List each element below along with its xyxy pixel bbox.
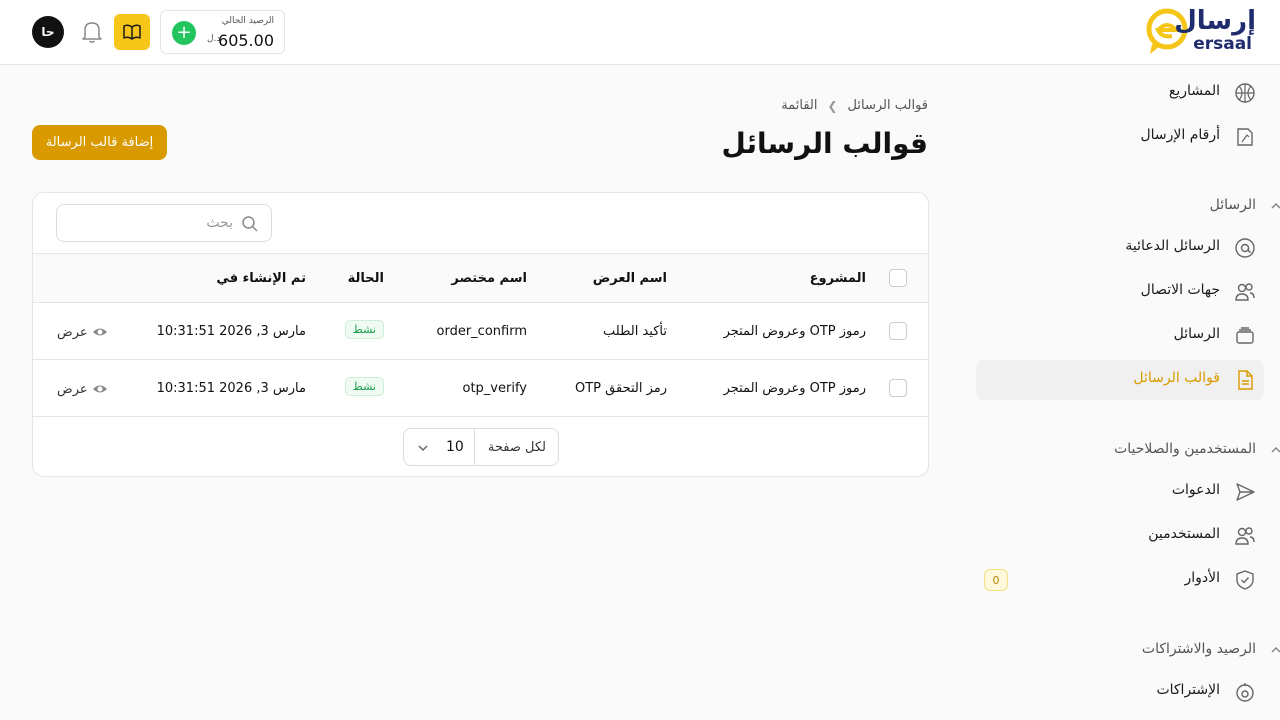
chevron-up-icon [1271,202,1280,209]
per-page-value: 10 [446,439,464,455]
at-icon [1235,238,1255,258]
table-row[interactable]: رموز OTP وعروض المتجر رمز التحقق OTP otp… [33,360,928,417]
sidebar-item-label: الرسائل الدعائية [1125,238,1220,254]
sidebar-item-projects[interactable]: المشاريع [976,73,1264,113]
column-header-short-name[interactable]: اسم مختصر [451,271,527,286]
page-title: قوالب الرسائل [721,127,928,160]
sidebar-item-sender-numbers[interactable]: أرقام الإرسال [976,117,1264,157]
roles-count-badge: 0 [984,569,1008,591]
balance-widget: + الرصيد الحالي 605.00 د.ل [160,10,285,54]
logo-text-arabic: إرسال [1174,6,1256,36]
row-checkbox[interactable] [889,322,907,340]
basketball-icon [1235,83,1255,103]
per-page-label: لكل صفحة [487,440,546,455]
chevron-down-icon [418,445,428,452]
chevron-up-icon [1271,646,1280,653]
balance-amount: 605.00 [218,31,274,50]
cell-created-at: مارس 3, 2026 10:31:51 [156,324,306,339]
eye-icon [92,385,107,393]
cell-short-name: order_confirm [436,324,527,339]
chevron-up-icon [1271,446,1280,453]
sidebar-item-label: أرقام الإرسال [1140,127,1220,143]
search-input[interactable]: بحث [56,204,272,242]
column-header-created-at[interactable]: تم الإنشاء في [216,271,306,286]
view-button[interactable]: عرض [57,324,108,340]
section-title: الرسائل [1209,197,1256,213]
view-button[interactable]: عرض [57,381,108,397]
table-header: المشروع اسم العرض اسم مختصر الحالة تم ال… [33,253,928,303]
balance-label: الرصيد الحالي [221,16,274,26]
column-header-status[interactable]: الحالة [348,271,384,286]
sidebar-item-label: المشاريع [1168,83,1220,99]
select-all-checkbox[interactable] [889,269,907,287]
cell-short-name: otp_verify [462,381,528,396]
breadcrumb-item-templates[interactable]: قوالب الرسائل [848,98,928,113]
per-page-select[interactable]: لكل صفحة 10 [403,428,559,466]
sidebar-item-messages[interactable]: الرسائل [976,316,1264,356]
add-template-button[interactable]: إضافة قالب الرسالة [32,125,167,160]
sidebar-item-promotional[interactable]: الرسائل الدعائية [976,228,1264,268]
chevron-left-icon: ❯ [827,98,838,113]
send-icon [1236,483,1255,501]
section-balance-subscriptions[interactable]: الرصيد والاشتراكات [992,635,1280,665]
ersaal-logo[interactable]: إرسال ersaal [1144,6,1256,58]
search-placeholder: بحث [206,215,233,231]
sidebar-item-label: قوالب الرسائل [1133,370,1220,386]
row-checkbox[interactable] [889,379,907,397]
sidebar-item-contacts[interactable]: جهات الاتصال [976,272,1264,312]
cell-created-at: مارس 3, 2026 10:31:51 [156,381,306,396]
sidebar-item-label: الدعوات [1171,482,1220,498]
cell-project: رموز OTP وعروض المتجر [723,324,866,339]
add-balance-button[interactable]: + [172,21,196,45]
sidebar-item-label: المستخدمين [1148,526,1220,542]
top-bar: إرسال ersaal حا + الرصيد الحالي 605.00 د… [0,0,1280,65]
docs-button[interactable] [114,14,150,50]
column-header-display-name[interactable]: اسم العرض [593,271,667,286]
section-messages[interactable]: الرسائل [992,191,1280,221]
section-users-permissions[interactable]: المستخدمين والصلاحيات [992,435,1280,465]
breadcrumb: قوالب الرسائل ❯ القائمة [781,98,928,113]
view-label: عرض [57,381,88,397]
coin-icon [1236,683,1254,702]
balance-currency: د.ل [207,34,221,44]
sidebar-item-label: الإشتراكات [1156,682,1220,698]
templates-table-card: بحث المشروع اسم العرض اسم مختصر الحالة ت… [32,192,929,477]
sidebar-item-roles[interactable]: الأدوار [976,560,1264,600]
status-badge: نشط [344,320,384,339]
users-icon [1235,283,1255,301]
bell-icon[interactable] [81,20,103,44]
sidebar-item-label: الرسائل [1173,326,1220,342]
logo-text-english: ersaal [1193,34,1252,54]
divider [474,429,475,465]
sim-card-icon [1237,128,1253,146]
sidebar-item-message-templates[interactable]: قوالب الرسائل [976,360,1264,400]
status-badge: نشط [344,377,384,396]
cell-project: رموز OTP وعروض المتجر [723,381,866,396]
sidebar-item-invitations[interactable]: الدعوات [976,472,1264,512]
sidebar-item-label: الأدوار [1184,570,1220,586]
eye-icon [92,328,107,336]
section-title: المستخدمين والصلاحيات [1114,441,1256,457]
open-book-icon [123,24,141,40]
users-icon [1235,527,1255,545]
user-avatar[interactable]: حا [32,16,64,48]
sidebar-item-label: جهات الاتصال [1140,282,1220,298]
breadcrumb-item-list: القائمة [781,98,818,113]
sidebar-item-subscriptions[interactable]: الإشتراكات [976,672,1264,712]
column-header-project[interactable]: المشروع [810,271,866,286]
section-title: الرصيد والاشتراكات [1141,641,1256,657]
table-row[interactable]: رموز OTP وعروض المتجر تأكيد الطلب order_… [33,303,928,360]
shield-check-icon [1236,570,1254,590]
inbox-icon [1236,327,1254,344]
cell-display-name: تأكيد الطلب [603,324,667,339]
cell-display-name: رمز التحقق OTP [575,381,667,396]
view-label: عرض [57,324,88,340]
document-icon [1238,370,1253,390]
sidebar-item-users[interactable]: المستخدمين [976,516,1264,556]
search-icon [242,216,258,232]
